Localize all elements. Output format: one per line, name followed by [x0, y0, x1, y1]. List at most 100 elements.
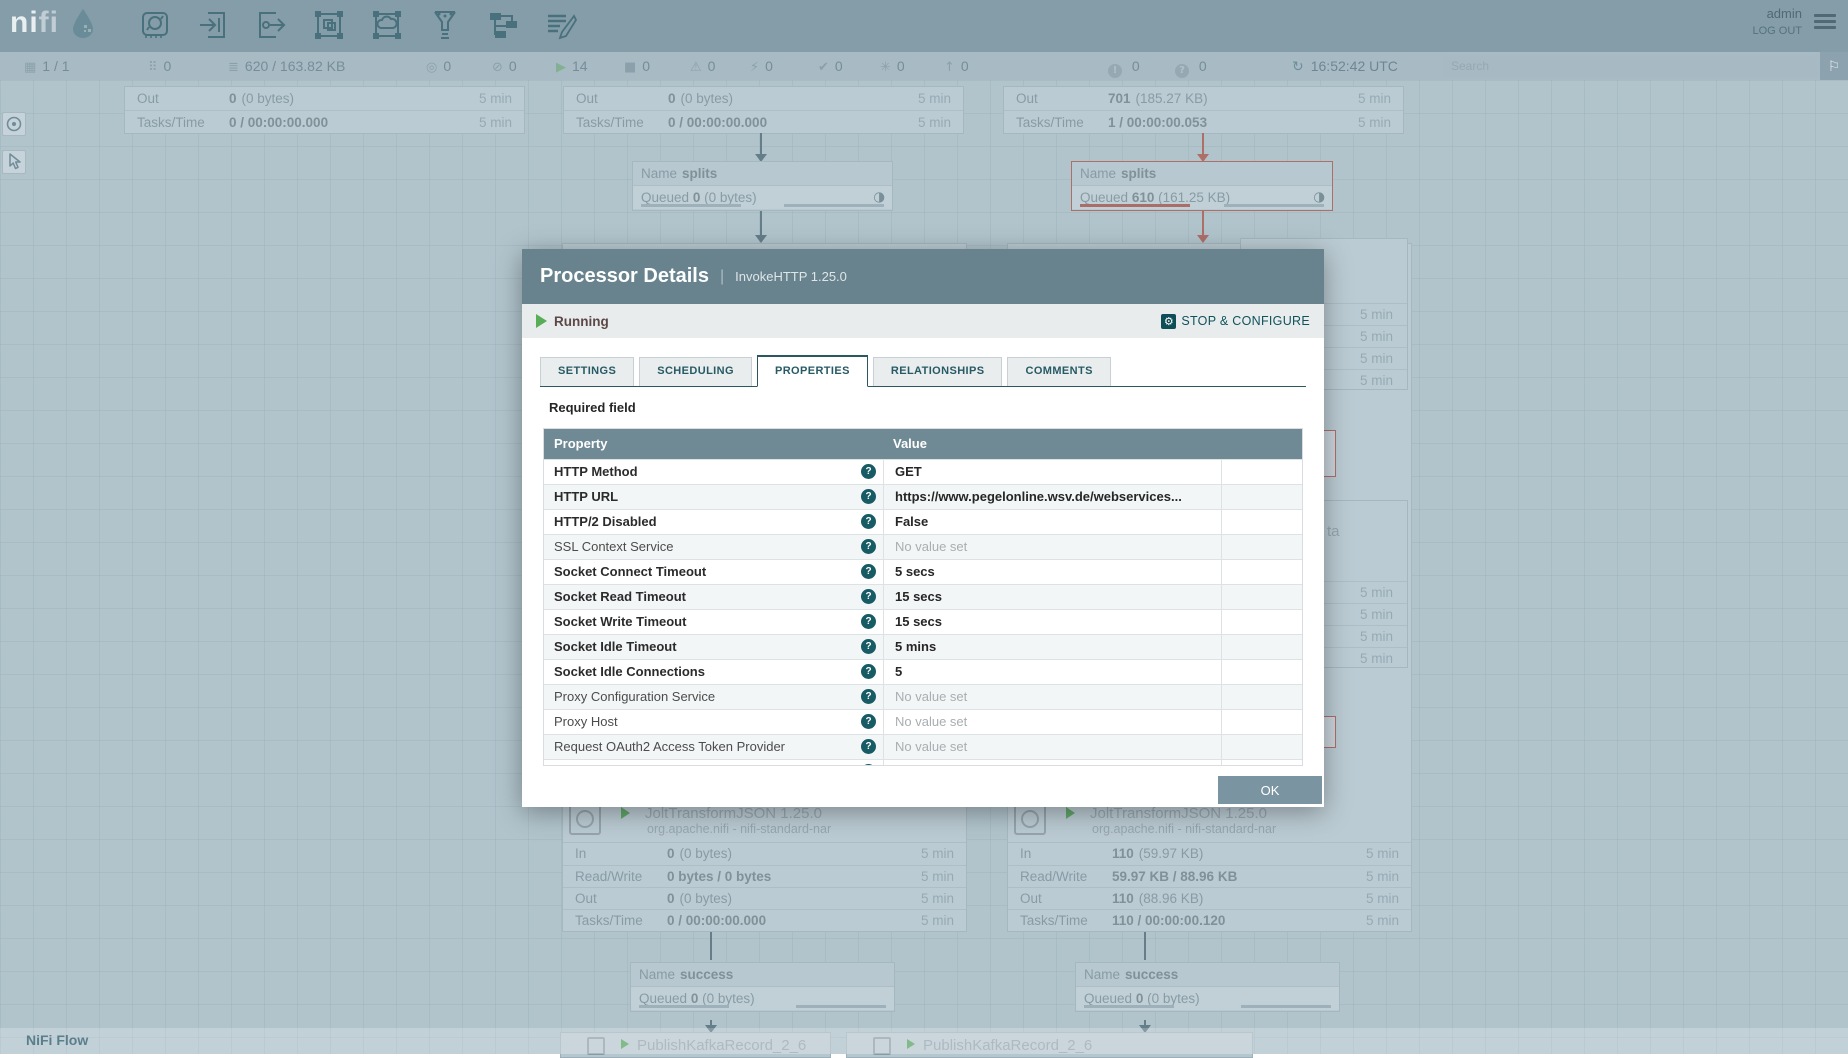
connection-line [760, 133, 762, 155]
stat-running: ▶14 [556, 52, 588, 80]
processor-type: JoltTransformJSON 1.25.0 [1090, 805, 1267, 822]
processor-component-icon[interactable] [138, 8, 172, 42]
help-icon[interactable] [861, 614, 876, 629]
tab-relationships[interactable]: RELATIONSHIPS [873, 357, 1003, 386]
stat-sync-failure: ? 0 [1175, 52, 1207, 80]
processor-details-dialog: Processor Details | InvokeHTTP 1.25.0 Ru… [522, 249, 1324, 807]
processor-stats: In110(59.97 KB)5 min Read/Write59.97 KB … [1008, 842, 1411, 931]
app-header: nifi admin LOG OUT [0, 0, 1848, 52]
help-icon[interactable] [861, 564, 876, 579]
stat-row: Out0(0 bytes)5 min [564, 87, 963, 110]
ok-button[interactable]: OK [1218, 776, 1322, 804]
dialog-subtitle: InvokeHTTP 1.25.0 [735, 269, 847, 284]
connection-name: Namesplits [1072, 162, 1332, 186]
operate-palette-toggle[interactable] [2, 150, 26, 174]
queue-bar [1084, 1005, 1174, 1008]
running-icon [1066, 807, 1075, 819]
disabled-icon: ⚡ [750, 60, 759, 75]
required-field-note: Required field [549, 400, 636, 415]
navigate-palette-toggle[interactable] [2, 112, 26, 136]
tab-scheduling[interactable]: SCHEDULING [639, 357, 752, 386]
table-row: Proxy HostNo value set [544, 709, 1302, 734]
stat-transmitting: ◎0 [426, 52, 451, 80]
processor-top-3[interactable]: Out701(185.27 KB)5 min Tasks/Time1 / 00:… [1003, 86, 1404, 134]
connection-queued: Queued 0 (0 bytes) ◑ [633, 186, 892, 209]
stat-row: Out0(0 bytes)5 min [125, 87, 524, 110]
tab-properties[interactable]: PROPERTIES [757, 355, 868, 387]
help-icon[interactable] [861, 639, 876, 654]
refresh-icon[interactable]: ↻ [1292, 58, 1304, 74]
last-refresh: ↻16:52:42 UTC [1292, 52, 1398, 80]
dialog-title: Processor Details [540, 265, 709, 288]
help-icon[interactable] [861, 539, 876, 554]
table-row: HTTP URLhttps://www.pegelonline.wsv.de/w… [544, 484, 1302, 509]
help-icon[interactable] [861, 664, 876, 679]
stop-and-configure-button[interactable]: ⚙ STOP & CONFIGURE [1161, 314, 1310, 329]
help-icon[interactable] [861, 489, 876, 504]
queue-bar [784, 204, 884, 207]
connection-queued: Queued 0 (0 bytes) [1076, 987, 1339, 1010]
help-icon[interactable] [861, 589, 876, 604]
tab-settings[interactable]: SETTINGS [540, 357, 634, 386]
table-row: Request OAuth2 Access Token ProviderNo v… [544, 734, 1302, 759]
process-group-component-icon[interactable] [312, 8, 346, 42]
queue-bar [1224, 204, 1324, 207]
stat-not-transmitting: ⊘0 [492, 52, 517, 80]
processor-top-1[interactable]: Out0(0 bytes)5 min Tasks/Time0 / 00:00:0… [124, 86, 525, 134]
remote-process-group-component-icon[interactable] [370, 8, 404, 42]
help-icon[interactable] [861, 689, 876, 704]
queued-icon: ≣ [228, 60, 239, 75]
table-row: Socket Connect Timeout5 secs [544, 559, 1302, 584]
processor-top-2[interactable]: Out0(0 bytes)5 min Tasks/Time0 / 00:00:0… [563, 86, 964, 134]
help-icon[interactable] [861, 714, 876, 729]
input-port-component-icon[interactable] [196, 8, 230, 42]
locally-modified-stale-icon: ! [1108, 64, 1122, 78]
label-component-icon[interactable] [544, 8, 578, 42]
flow-status-bar: ▦1 / 1 ⠿0 ≣620 / 163.82 KB ◎0 ⊘0 ▶14 ■0 … [0, 52, 1848, 80]
processor-bundle: org.apache.nifi - nifi-standard-nar [1092, 822, 1276, 836]
queue-bar [1241, 1005, 1331, 1008]
not-transmitting-icon: ⊘ [492, 60, 503, 75]
logout-link[interactable]: LOG OUT [1752, 25, 1802, 37]
breadcrumb[interactable]: NiFi Flow [26, 1032, 88, 1048]
table-row: Socket Idle Connections5 [544, 659, 1302, 684]
table-row: SSL Context ServiceNo value set [544, 534, 1302, 559]
column-header-property: Property [544, 429, 883, 459]
connection-label-success-right[interactable]: Namesuccess Queued 0 (0 bytes) [1075, 962, 1340, 1012]
global-menu-icon[interactable] [1814, 14, 1836, 32]
help-icon[interactable] [861, 514, 876, 529]
stat-row: Tasks/Time0 / 00:00:00.0005 min [125, 110, 524, 133]
connection-name: Namesuccess [1076, 963, 1339, 987]
connection-label-splits-right[interactable]: Namesplits Queued 610 (161.25 KB) ◑ [1071, 161, 1333, 211]
stat-row: Tasks/Time1 / 00:00:00.0535 min [1004, 110, 1403, 133]
funnel-component-icon[interactable] [428, 8, 462, 42]
connection-line-backpressure [1202, 133, 1204, 155]
threads-icon: ⠿ [148, 60, 158, 75]
output-port-component-icon[interactable] [254, 8, 288, 42]
nifi-logo: nifi [10, 6, 96, 40]
running-status-icon [536, 314, 547, 328]
stat-disabled: ⚡0 [750, 52, 773, 80]
connection-line [1144, 932, 1146, 960]
flag-icon: ⚐ [1828, 58, 1841, 74]
cluster-icon: ▦ [24, 60, 36, 75]
stat-stopped: ■0 [624, 52, 650, 80]
connection-label-splits-left[interactable]: Namesplits Queued 0 (0 bytes) ◑ [632, 161, 893, 211]
stat-active-threads: ⠿0 [148, 52, 171, 80]
table-row: Proxy Configuration ServiceNo value set [544, 684, 1302, 709]
table-row: Request UsernameNo value set [544, 759, 1302, 766]
connection-label-success-left[interactable]: Namesuccess Queued 0 (0 bytes) [630, 962, 895, 1012]
table-row: HTTP MethodGET [544, 459, 1302, 484]
table-row: Socket Idle Timeout5 mins [544, 634, 1302, 659]
stat-invalid: ⚠0 [690, 52, 715, 80]
bulletin-board-button[interactable]: ⚐ [1820, 52, 1848, 80]
search-input[interactable] [1443, 55, 1827, 77]
queue-bar [639, 1005, 729, 1008]
help-icon[interactable] [861, 764, 876, 766]
help-icon[interactable] [861, 739, 876, 754]
tab-comments[interactable]: COMMENTS [1007, 357, 1110, 386]
help-icon[interactable] [861, 464, 876, 479]
template-component-icon[interactable] [486, 8, 520, 42]
stat-queued: ≣620 / 163.82 KB [228, 52, 345, 80]
table-row: Socket Read Timeout15 secs [544, 584, 1302, 609]
